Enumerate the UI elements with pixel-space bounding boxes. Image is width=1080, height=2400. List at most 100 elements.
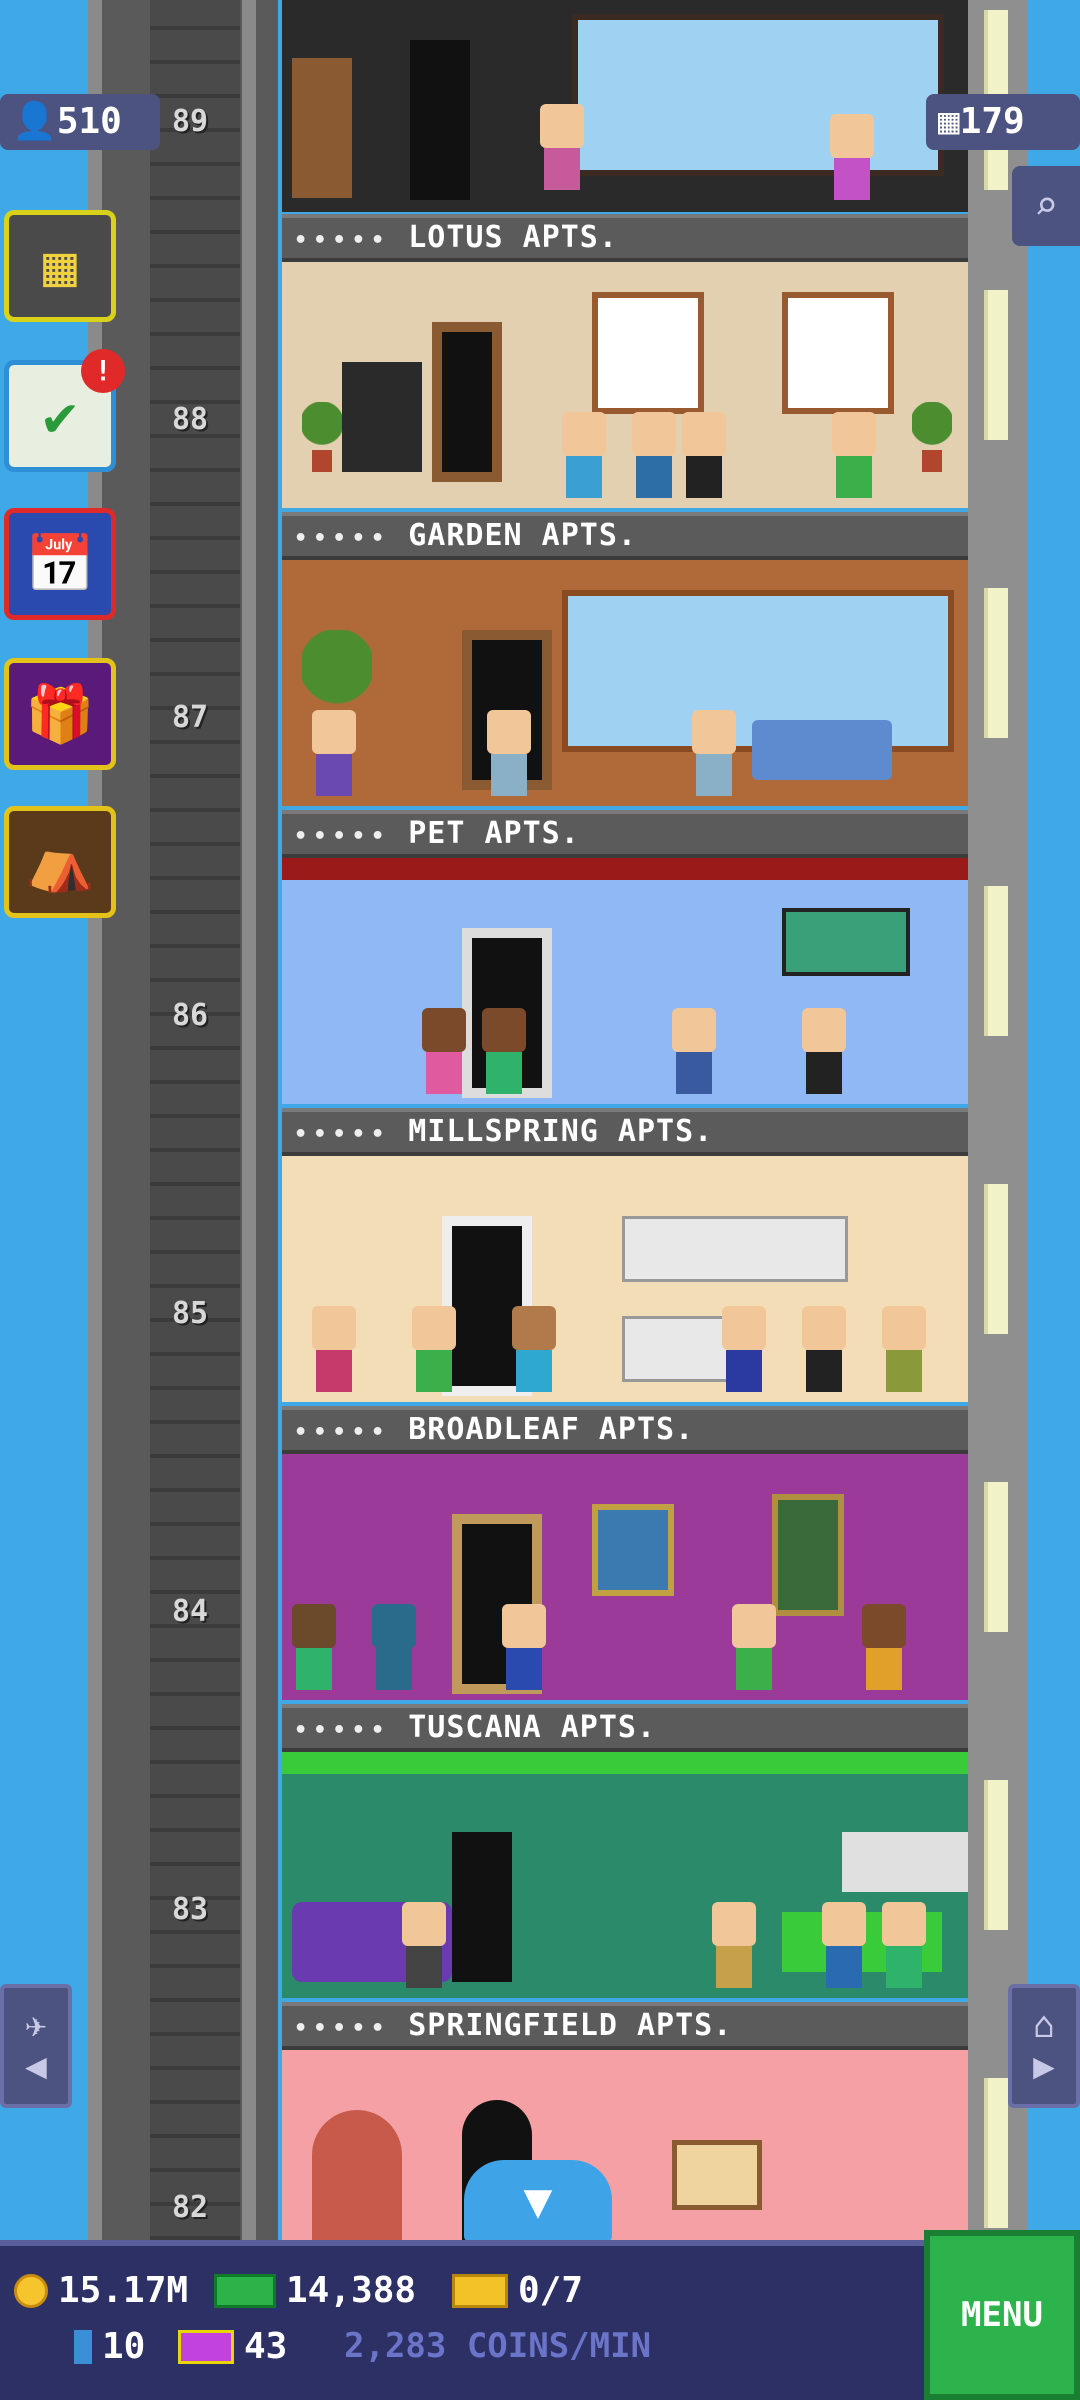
bitizen[interactable] (422, 1008, 466, 1094)
floor-88[interactable] (282, 262, 968, 508)
airplane-icon: ✈ (25, 2005, 47, 2046)
shaft-rail (242, 0, 256, 2240)
market-button[interactable]: ⛺ (4, 806, 116, 918)
bitizen[interactable] (692, 710, 736, 796)
bitizen[interactable] (802, 1008, 846, 1094)
bitizen[interactable] (540, 104, 584, 190)
bitizen[interactable] (632, 412, 676, 498)
floor-83[interactable] (282, 1752, 968, 1998)
bitizen[interactable] (672, 1008, 716, 1094)
bitizen[interactable] (312, 710, 356, 796)
menu-button[interactable]: MENU (924, 2230, 1080, 2400)
income-stat: 2,283 COINS/MIN (344, 2326, 651, 2366)
cabinet (622, 1216, 848, 1282)
bitizen[interactable] (482, 1008, 526, 1094)
ceiling-trim (282, 858, 968, 880)
floor-number: 86 (171, 998, 209, 1033)
bitizen[interactable] (712, 1902, 756, 1988)
floor-name: PET APTS. (408, 816, 580, 851)
tickets-stat[interactable]: 0/7 (452, 2270, 583, 2311)
bookshelf (342, 362, 422, 472)
pillar-light (984, 1780, 1008, 1930)
calendar-button[interactable]: 📅 (4, 508, 116, 620)
sofa (752, 720, 892, 780)
coins-stat[interactable]: 15.17M (14, 2270, 188, 2311)
floor-counter[interactable]: ▦179 (926, 94, 1080, 150)
door (410, 40, 470, 200)
bitizen[interactable] (312, 1306, 356, 1392)
scroll-down-button[interactable]: ▼ (464, 2160, 612, 2242)
build-floor-button[interactable]: ▦ (4, 210, 116, 322)
bux-icon (214, 2273, 276, 2308)
floor-banner[interactable]: ••••• LOTUS APTS. (282, 214, 968, 262)
bitizen-stat[interactable]: 10 (74, 2326, 145, 2367)
floor-86[interactable] (282, 858, 968, 1104)
bitizen[interactable] (862, 1604, 906, 1690)
bitizen[interactable] (822, 1902, 866, 1988)
bitizen[interactable] (487, 710, 531, 796)
plant (302, 402, 342, 472)
floor-number: 88 (171, 402, 209, 437)
floor-banner[interactable]: ••••• SPRINGFIELD APTS. (282, 2002, 968, 2050)
floor-banner[interactable]: ••••• MILLSPRING APTS. (282, 1108, 968, 1156)
floor-name: SPRINGFIELD APTS. (408, 2008, 733, 2043)
vip-value: 43 (244, 2326, 288, 2367)
floor-banner[interactable]: ••••• GARDEN APTS. (282, 512, 968, 560)
bitizen[interactable] (832, 412, 876, 498)
floor-banner[interactable]: ••••• BROADLEAF APTS. (282, 1406, 968, 1454)
floor-82[interactable] (282, 2050, 968, 2240)
chevron-down-icon: ▼ (523, 2173, 553, 2229)
bitizen[interactable] (802, 1306, 846, 1392)
vip-stat[interactable]: 43 (178, 2326, 287, 2367)
pillar-light (984, 1184, 1008, 1334)
income-value: 2,283 COINS/MIN (344, 2326, 652, 2366)
bitizen[interactable] (562, 412, 606, 498)
floor-85[interactable] (282, 1156, 968, 1402)
floor-number: 85 (171, 1296, 209, 1331)
population-counter[interactable]: 👤510 (0, 94, 160, 150)
bitizen[interactable] (292, 1604, 336, 1690)
floor-89[interactable] (282, 0, 968, 212)
bitizen[interactable] (502, 1604, 546, 1690)
floor-number: 82 (171, 2190, 209, 2225)
bux-stat[interactable]: 14,388 (214, 2270, 416, 2311)
coin-icon (14, 2273, 48, 2308)
bitizen[interactable] (512, 1306, 556, 1392)
floor-rating: ••••• (294, 1122, 391, 1147)
bitizen[interactable] (830, 114, 874, 200)
painting (672, 2140, 762, 2210)
ceiling-trim (282, 1752, 968, 1774)
floor-rating: ••••• (294, 824, 391, 849)
bitizen[interactable] (402, 1902, 446, 1988)
missions-button[interactable]: ✔ ! (4, 349, 125, 472)
cabinet (842, 1832, 968, 1892)
pillar-light (984, 886, 1008, 1036)
pet[interactable] (372, 1604, 416, 1690)
bitizen[interactable] (412, 1306, 456, 1392)
floor-count-value: 179 (959, 101, 1025, 142)
floor-banner[interactable]: ••••• TUSCANA APTS. (282, 1704, 968, 1752)
bitizen[interactable] (882, 1306, 926, 1392)
plant (912, 402, 952, 472)
magnifier-icon: ⌕ (1033, 183, 1059, 229)
person-icon: 👤 (12, 101, 57, 142)
floor-84[interactable] (282, 1454, 968, 1700)
bitizen[interactable] (732, 1604, 776, 1690)
building-icon: ▦ (43, 233, 77, 299)
bitizen[interactable] (682, 412, 726, 498)
gift-button[interactable]: 🎁 (4, 658, 116, 770)
floor-number: 83 (171, 1892, 209, 1927)
bitizen[interactable] (722, 1306, 766, 1392)
window (782, 292, 894, 414)
menu-label: MENU (961, 2295, 1043, 2335)
market-stall-icon: ⛺ (25, 830, 95, 895)
go-lobby-button[interactable]: ⌂ ▶ (1008, 1984, 1080, 2108)
pillar-light (984, 588, 1008, 738)
floor-number: 89 (171, 104, 209, 139)
door (452, 1832, 512, 1982)
visit-friends-button[interactable]: ✈ ◀ (0, 1984, 72, 2108)
floor-87[interactable] (282, 560, 968, 806)
floor-banner[interactable]: ••••• PET APTS. (282, 810, 968, 858)
bitizen[interactable] (882, 1902, 926, 1988)
search-button[interactable]: ⌕ (1012, 166, 1080, 246)
